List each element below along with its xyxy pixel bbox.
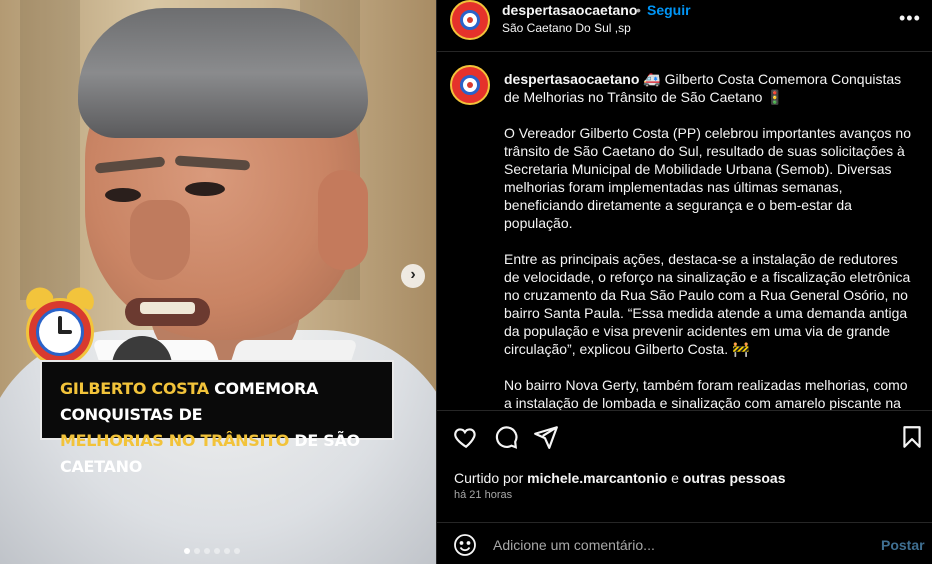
caption-paragraph: Entre as principais ações, destaca-se a …: [504, 251, 911, 357]
location-link[interactable]: São Caetano Do Sul ,sp: [502, 21, 631, 35]
post-media[interactable]: GILBERTO COSTA COMEMORA CONQUISTAS DE ME…: [0, 0, 436, 564]
photo-ear: [318, 170, 368, 270]
photo-eye: [105, 188, 141, 202]
photo-teeth: [140, 302, 195, 314]
share-icon[interactable]: [533, 424, 561, 452]
follow-button[interactable]: Seguir: [647, 2, 691, 18]
post-caption: despertasaocaetano 🚑 Gilberto Costa Come…: [504, 70, 916, 411]
alarm-clock-logo-icon: [21, 282, 99, 368]
media-caption-banner: GILBERTO COSTA COMEMORA CONQUISTAS DE ME…: [40, 360, 394, 476]
background-panel: [20, 0, 80, 300]
carousel-dot: [194, 548, 200, 554]
more-options-icon[interactable]: •••: [899, 8, 921, 29]
carousel-dot: [234, 548, 240, 554]
post-side-panel: despertasaocaetano • Seguir São Caetano …: [436, 0, 932, 564]
liker-username[interactable]: michele.marcantonio: [527, 470, 667, 486]
caption-paragraph: No bairro Nova Gerty, também foram reali…: [504, 377, 908, 411]
emoji-icon[interactable]: [453, 533, 479, 559]
likes-prefix: Curtido por: [454, 470, 524, 486]
carousel-dot: [204, 548, 210, 554]
likes-summary[interactable]: Curtido por michele.marcantonio e outras…: [454, 470, 786, 486]
photo-nose: [130, 200, 190, 280]
post-caption-area[interactable]: despertasaocaetano 🚑 Gilberto Costa Come…: [437, 53, 932, 411]
post-actions: [437, 424, 932, 456]
next-slide-button[interactable]: ›: [401, 264, 425, 288]
carousel-dot: [214, 548, 220, 554]
header-username[interactable]: despertasaocaetano: [502, 2, 637, 18]
caption-highlight: GILBERTO COSTA: [60, 379, 209, 398]
caption-highlight: MELHORIAS NO TRÂNSITO: [60, 431, 290, 450]
bookmark-icon[interactable]: [899, 424, 927, 452]
avatar[interactable]: [450, 0, 490, 40]
carousel-indicator: [184, 548, 240, 554]
other-likers-link[interactable]: outras pessoas: [683, 470, 786, 486]
post-timestamp[interactable]: há 21 horas: [454, 489, 512, 501]
carousel-dot: [224, 548, 230, 554]
caption-paragraph: O Vereador Gilberto Costa (PP) celebrou …: [504, 125, 911, 231]
add-comment-bar: Postar: [437, 522, 932, 564]
post-header: despertasaocaetano • Seguir São Caetano …: [437, 0, 932, 52]
comment-input[interactable]: [493, 535, 853, 555]
heart-icon[interactable]: [453, 424, 481, 452]
avatar[interactable]: [450, 65, 490, 105]
photo-hair: [78, 8, 368, 138]
caption-username[interactable]: despertasaocaetano: [504, 71, 639, 87]
carousel-dot: [184, 548, 190, 554]
comment-icon[interactable]: [493, 424, 521, 452]
separator-dot: •: [636, 2, 641, 18]
photo-eye: [185, 182, 225, 196]
post-comment-button[interactable]: Postar: [881, 537, 925, 553]
likes-connector: e: [671, 470, 679, 486]
